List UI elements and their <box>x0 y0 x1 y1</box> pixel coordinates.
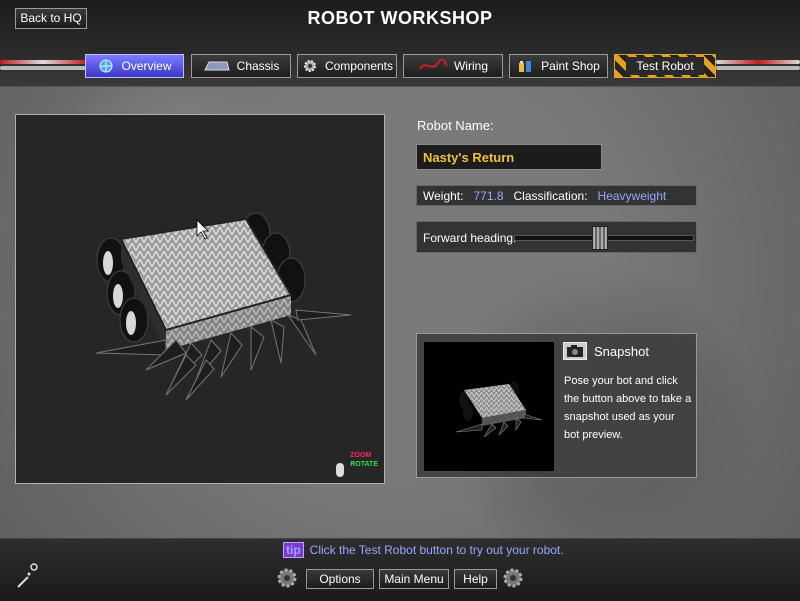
classification-value: Heavyweight <box>597 188 667 203</box>
robot-name-input[interactable] <box>416 144 602 170</box>
robot-stats-bar: Weight: 771.8 Classification: Heavyweigh… <box>416 185 697 206</box>
weight-value: 771.8 <box>473 188 504 203</box>
tab-wiring[interactable]: Wiring <box>403 54 503 78</box>
weight-label: Weight: <box>423 188 464 203</box>
mouse-icon <box>336 463 344 477</box>
snapshot-preview-image <box>424 342 554 471</box>
forward-heading-label: Forward heading: <box>423 231 517 245</box>
tab-label: Test Robot <box>626 57 704 75</box>
tab-components[interactable]: Components <box>297 54 397 78</box>
tab-label: Paint Shop <box>541 59 600 73</box>
snapshot-title: Snapshot <box>594 344 649 359</box>
chassis-icon <box>203 61 230 71</box>
tip-text: Click the Test Robot button to try out y… <box>309 543 564 557</box>
forward-heading-panel: Forward heading: <box>416 221 697 253</box>
tab-overview[interactable]: Overview <box>85 54 184 78</box>
robot-logo-icon <box>17 563 38 588</box>
zoom-rotate-hint: ZOOM ROTATE <box>350 451 378 469</box>
tab-paint-shop[interactable]: Paint Shop <box>509 54 608 78</box>
page-title: ROBOT WORKSHOP <box>307 8 493 28</box>
snapshot-camera-button[interactable] <box>563 342 587 360</box>
tab-label: Components <box>324 59 394 73</box>
zoom-hint-label: ZOOM <box>350 452 372 459</box>
rotate-hint-label: ROTATE <box>350 461 378 468</box>
robot-model-render <box>95 212 352 401</box>
wire-icon <box>419 59 448 70</box>
tab-label: Chassis <box>236 59 280 73</box>
tab-chassis[interactable]: Chassis <box>191 54 291 78</box>
camera-icon <box>567 345 583 357</box>
robot-3d-viewport[interactable]: ZOOM ROTATE <box>15 114 385 484</box>
tip-badge: tip <box>283 542 304 558</box>
footer-bar: tip Click the Test Robot button to try o… <box>0 538 800 601</box>
gear-icon <box>303 60 316 72</box>
robot-name-label: Robot Name: <box>417 118 494 133</box>
header-bar: Back to HQ ROBOT WORKSHOP Overview Chass… <box>0 0 800 87</box>
options-button[interactable]: Options <box>306 569 374 589</box>
tab-bar: Overview Chassis Components Wiring Paint… <box>0 54 800 78</box>
gear-icon <box>503 568 523 588</box>
snapshot-description: Pose your bot and click the button above… <box>564 375 692 441</box>
classification-label: Classification: <box>513 188 588 203</box>
paint-cans-icon <box>519 61 532 72</box>
tip-bar: tip Click the Test Robot button to try o… <box>283 542 564 558</box>
globe-icon <box>99 59 113 73</box>
tab-label: Overview <box>121 59 172 73</box>
main-menu-button[interactable]: Main Menu <box>379 569 449 589</box>
snapshot-panel: Snapshot Pose your bot and click the but… <box>416 333 697 478</box>
forward-heading-slider-thumb[interactable] <box>592 226 609 250</box>
tab-label: Wiring <box>453 59 488 73</box>
tab-test-robot[interactable]: Test Robot <box>614 54 716 78</box>
gear-icon <box>277 568 297 588</box>
help-button[interactable]: Help <box>454 569 497 589</box>
